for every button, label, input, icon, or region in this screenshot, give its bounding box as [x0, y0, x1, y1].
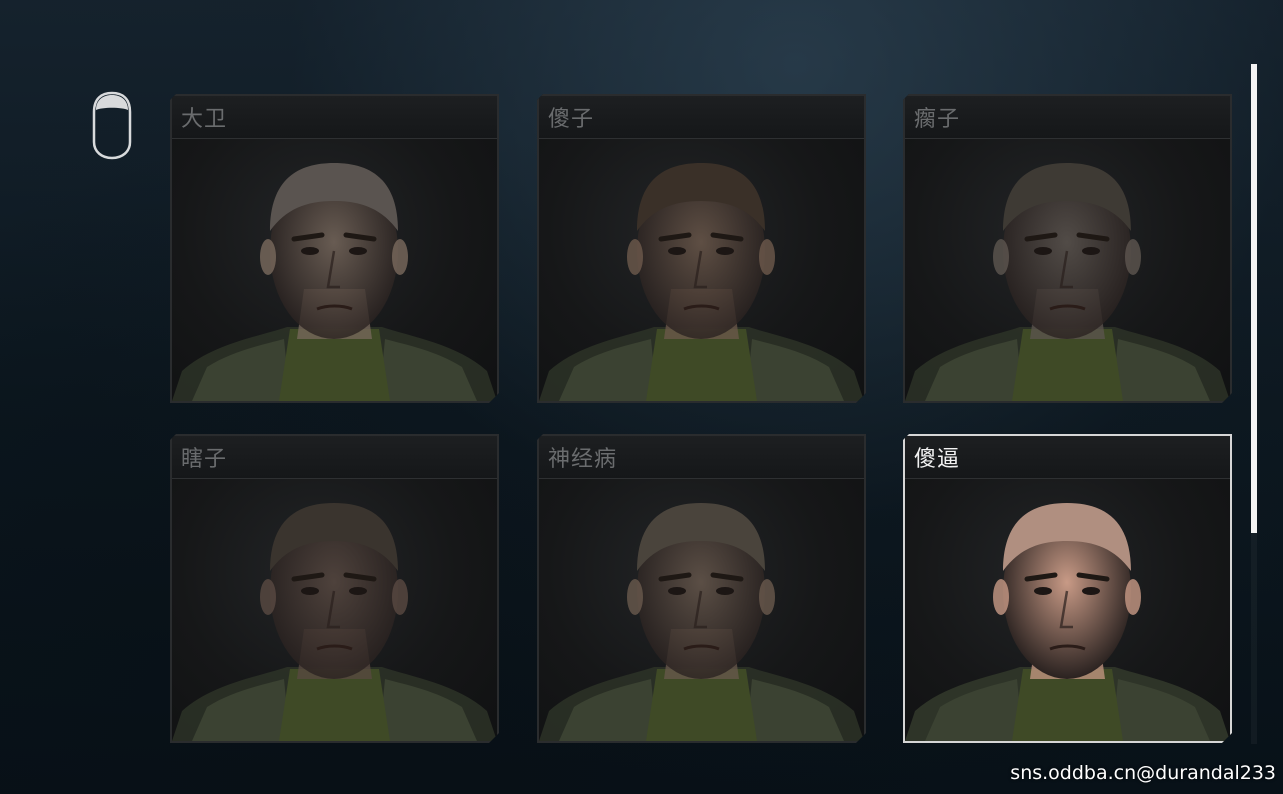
- character-select-screen: 大卫 傻子 瘸子瞎子 神经病 傻逼 sns.oddba.cn@durandal233: [0, 0, 1283, 794]
- character-card-header: 傻逼: [905, 436, 1230, 479]
- character-portrait: [172, 479, 497, 741]
- character-name: 瘸子: [914, 107, 961, 132]
- character-name: 傻逼: [914, 447, 961, 472]
- character-name: 瞎子: [181, 447, 228, 472]
- character-portrait: [172, 139, 497, 401]
- character-portrait: [539, 479, 864, 741]
- character-portrait: [905, 479, 1230, 741]
- character-card-header: 瘸子: [905, 96, 1230, 139]
- character-portrait: [539, 139, 864, 401]
- character-card-header: 大卫: [172, 96, 497, 139]
- scrollbar-thumb[interactable]: [1251, 64, 1257, 533]
- character-card[interactable]: 瘸子: [903, 94, 1232, 403]
- character-card-header: 瞎子: [172, 436, 497, 479]
- character-card[interactable]: 大卫: [170, 94, 499, 403]
- character-card[interactable]: 神经病: [537, 434, 866, 743]
- character-grid: 大卫 傻子 瘸子瞎子 神经病 傻逼: [170, 94, 1232, 744]
- character-name: 神经病: [548, 447, 618, 472]
- character-card[interactable]: 傻逼: [903, 434, 1232, 743]
- character-card-header: 傻子: [539, 96, 864, 139]
- watermark: sns.oddba.cn@durandal233: [1010, 762, 1276, 784]
- character-name: 大卫: [181, 107, 228, 132]
- character-card[interactable]: 瞎子: [170, 434, 499, 743]
- character-name: 傻子: [548, 107, 595, 132]
- character-card-header: 神经病: [539, 436, 864, 479]
- head-icon[interactable]: [86, 90, 138, 160]
- character-portrait: [905, 139, 1230, 401]
- character-card[interactable]: 傻子: [537, 94, 866, 403]
- scrollbar[interactable]: [1251, 64, 1257, 744]
